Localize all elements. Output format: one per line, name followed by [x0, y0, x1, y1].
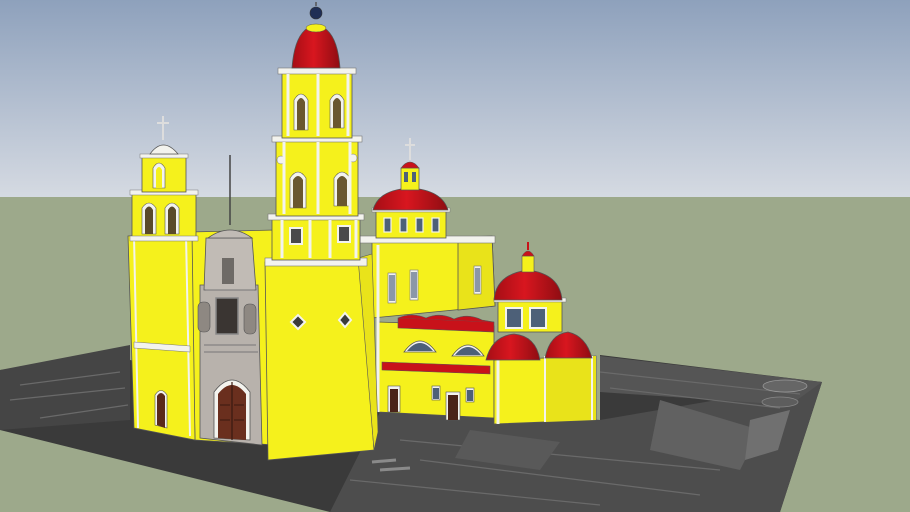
sky — [0, 0, 910, 197]
church-nave — [359, 235, 496, 421]
church-model-render — [0, 0, 910, 512]
viewport-3d-scene[interactable] — [0, 0, 910, 512]
